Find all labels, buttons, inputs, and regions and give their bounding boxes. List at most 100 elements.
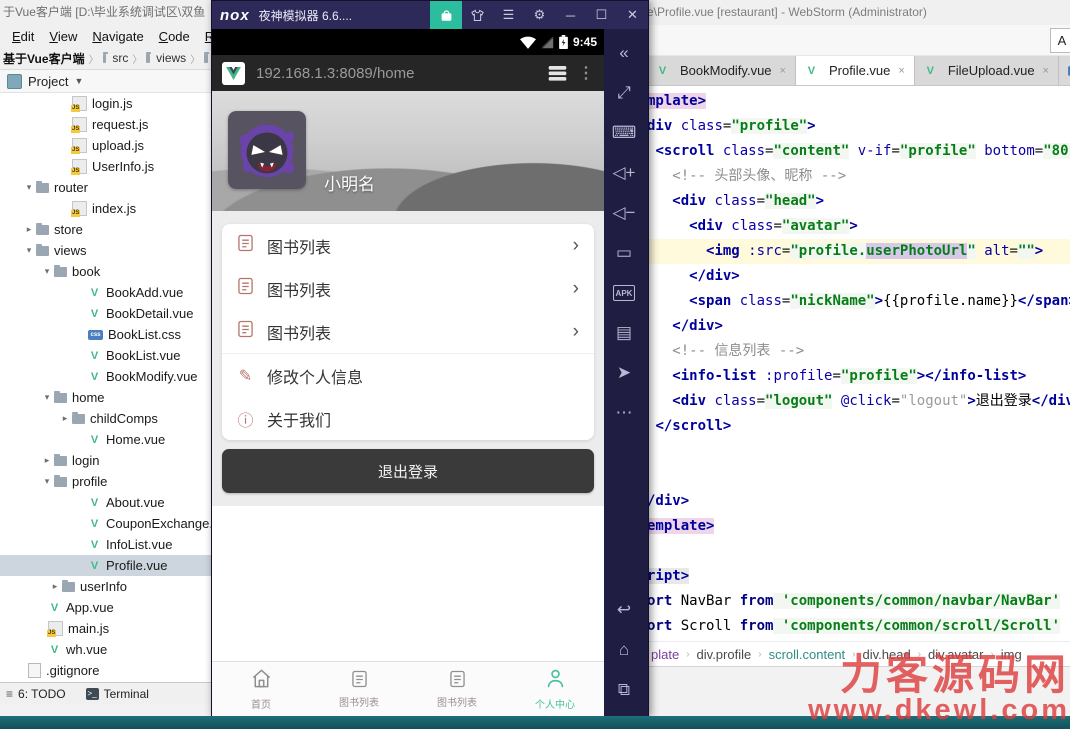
menu-item-图书列表[interactable]: 图书列表 › [222,267,594,310]
close-button[interactable]: ✕ [617,1,648,29]
editor-tab-B[interactable]: cssB [1058,56,1070,85]
more-options-icon[interactable]: ⋯ [604,393,644,433]
menu-code[interactable]: Code [159,29,190,44]
breadcrumb-plate[interactable]: plate [651,647,679,662]
tree-item-profile[interactable]: ▾ profile [0,471,211,492]
browser-tabs-icon[interactable] [548,65,567,81]
tabbar-图书列表[interactable]: 图书列表 [408,662,506,716]
chevron-collapsed-icon[interactable]: ▸ [40,455,54,466]
app-store-button[interactable] [430,1,462,29]
logout-button[interactable]: 退出登录 [222,449,594,493]
nav-home-icon[interactable]: ⌂ [604,630,644,670]
maximize-button[interactable]: ☐ [586,1,617,29]
install-apk-icon[interactable]: APK [613,285,635,301]
tree-item-upload.js[interactable]: upload.js [0,135,211,156]
tree-item-childComps[interactable]: ▸ childComps [0,408,211,429]
tabbar-个人中心[interactable]: 个人中心 [506,662,604,716]
settings-button[interactable]: ⚙ [524,1,555,29]
terminal-toolwindow-button[interactable]: >_ Terminal [85,687,149,701]
breadcrumb-img[interactable]: img [1001,647,1022,662]
tree-item-App.vue[interactable]: V App.vue [0,597,211,618]
tree-item-BookList.css[interactable]: css BookList.css [0,324,211,345]
avatar[interactable] [228,111,306,189]
menu-navigate[interactable]: Navigate [92,29,143,44]
menu-button[interactable]: ☰ [493,1,524,29]
tree-item-UserInfo.js[interactable]: UserInfo.js [0,156,211,177]
tree-item-userInfo[interactable]: ▸ userInfo [0,576,211,597]
browser-address-bar[interactable]: 192.168.1.3:8089/home ⋮ [212,55,604,91]
chevron-collapsed-icon[interactable]: ▸ [48,581,62,592]
close-tab-icon[interactable]: × [898,65,904,77]
tabbar-首页[interactable]: 首页 [212,662,310,716]
breadcrumb-views[interactable]: views [156,51,186,65]
breadcrumb-div.head[interactable]: div.head [863,647,911,662]
close-tab-icon[interactable]: × [780,65,786,77]
breadcrumb-root[interactable]: 基于Vue客户端 [3,50,85,67]
menu-view[interactable]: View [49,29,77,44]
tree-item-views[interactable]: ▾ views [0,240,211,261]
tree-item-router[interactable]: ▾ router [0,177,211,198]
menu-edit[interactable]: Edit [12,29,34,44]
close-tab-icon[interactable]: × [1043,65,1049,77]
url-field[interactable]: 192.168.1.3:8089/home [256,65,537,82]
todo-toolwindow-button[interactable]: ≡ 6: TODO [6,687,66,701]
tree-item-BookAdd.vue[interactable]: V BookAdd.vue [0,282,211,303]
editor-tab-FileUpload.vue[interactable]: V FileUpload.vue × [914,56,1059,85]
tree-item-InfoList.vue[interactable]: V InfoList.vue [0,534,211,555]
editor-tab-Profile.vue[interactable]: V Profile.vue × [795,56,915,85]
tabbar-图书列表[interactable]: 图书列表 [310,662,408,716]
chevron-down-icon[interactable]: ▼ [74,76,83,86]
chevron-expanded-icon[interactable]: ▾ [22,245,36,256]
chevron-expanded-icon[interactable]: ▾ [40,266,54,277]
tree-item-wh.vue[interactable]: Vwh.vue [0,639,211,660]
tree-item-request.js[interactable]: request.js [0,114,211,135]
menu-item-图书列表[interactable]: 图书列表 › [222,224,594,267]
volume-up-icon[interactable]: ◁+ [604,153,644,193]
tree-item-About.vue[interactable]: V About.vue [0,492,211,513]
code-editor[interactable]: mplate> div class="profile"> <scroll clas… [647,86,1070,641]
tree-item-login[interactable]: ▸ login [0,450,211,471]
chevron-expanded-icon[interactable]: ▾ [40,476,54,487]
tree-item-Profile.vue[interactable]: V Profile.vue [0,555,211,576]
chevron-expanded-icon[interactable]: ▾ [40,392,54,403]
tree-item-Home.vue[interactable]: V Home.vue [0,429,211,450]
tree-item-book[interactable]: ▾ book [0,261,211,282]
nav-back-icon[interactable]: ↩ [604,590,644,630]
browser-menu-icon[interactable]: ⋮ [578,63,594,83]
breadcrumb-scroll.content[interactable]: scroll.content [769,647,846,662]
screenshot-icon[interactable]: ▭ [604,233,644,273]
code-line: ort Scroll from 'components/common/scrol… [647,618,1061,634]
menu-item-关于我们[interactable]: ⓘ 关于我们 [222,397,594,440]
tree-item-login.js[interactable]: login.js [0,93,211,114]
toolbar-a-button[interactable]: A [1050,28,1070,53]
fullscreen-icon[interactable]: ⤢ [604,73,644,113]
menu-item-图书列表[interactable]: 图书列表 › [222,310,594,354]
virtual-key-icon[interactable]: ⌨ [604,113,644,153]
breadcrumb-div.avatar[interactable]: div.avatar [928,647,983,662]
shared-folder-icon[interactable]: ▤ [604,313,644,353]
tree-item-BookDetail.vue[interactable]: V BookDetail.vue [0,303,211,324]
volume-down-icon[interactable]: ◁− [604,193,644,233]
breadcrumb-div.profile[interactable]: div.profile [697,647,752,662]
tree-item-CouponExchange.[interactable]: V CouponExchange. [0,513,211,534]
tree-item-BookList.vue[interactable]: V BookList.vue [0,345,211,366]
breadcrumb-src[interactable]: src [112,51,128,65]
chevron-collapsed-icon[interactable]: ▸ [58,413,72,424]
chevron-expanded-icon[interactable]: ▾ [22,182,36,193]
tree-item-home[interactable]: ▾ home [0,387,211,408]
chevron-collapsed-icon[interactable]: ▸ [22,224,36,235]
tree-item-index.js[interactable]: index.js [0,198,211,219]
collapse-panel-icon[interactable]: « [604,33,644,73]
tree-item-store[interactable]: ▸ store [0,219,211,240]
minimize-button[interactable]: ─ [555,1,586,29]
menu-item-修改个人信息[interactable]: ✎ 修改个人信息 [222,354,594,397]
tree-item-main.js[interactable]: main.js [0,618,211,639]
emulator-titlebar[interactable]: nox 夜神模拟器 6.6.... ☰ ⚙ ─ ☐ ✕ [212,1,648,29]
shake-icon[interactable]: ➤ [604,353,644,393]
project-tool-window-header[interactable]: Project ▼ [0,70,211,92]
tree-item-.gitignore[interactable]: .gitignore [0,660,211,681]
nav-recents-icon[interactable]: ⧉ [604,670,644,710]
editor-tab-BookModify.vue[interactable]: V BookModify.vue × [647,56,796,85]
tree-item-BookModify.vue[interactable]: V BookModify.vue [0,366,211,387]
wardrobe-button[interactable] [462,1,493,29]
